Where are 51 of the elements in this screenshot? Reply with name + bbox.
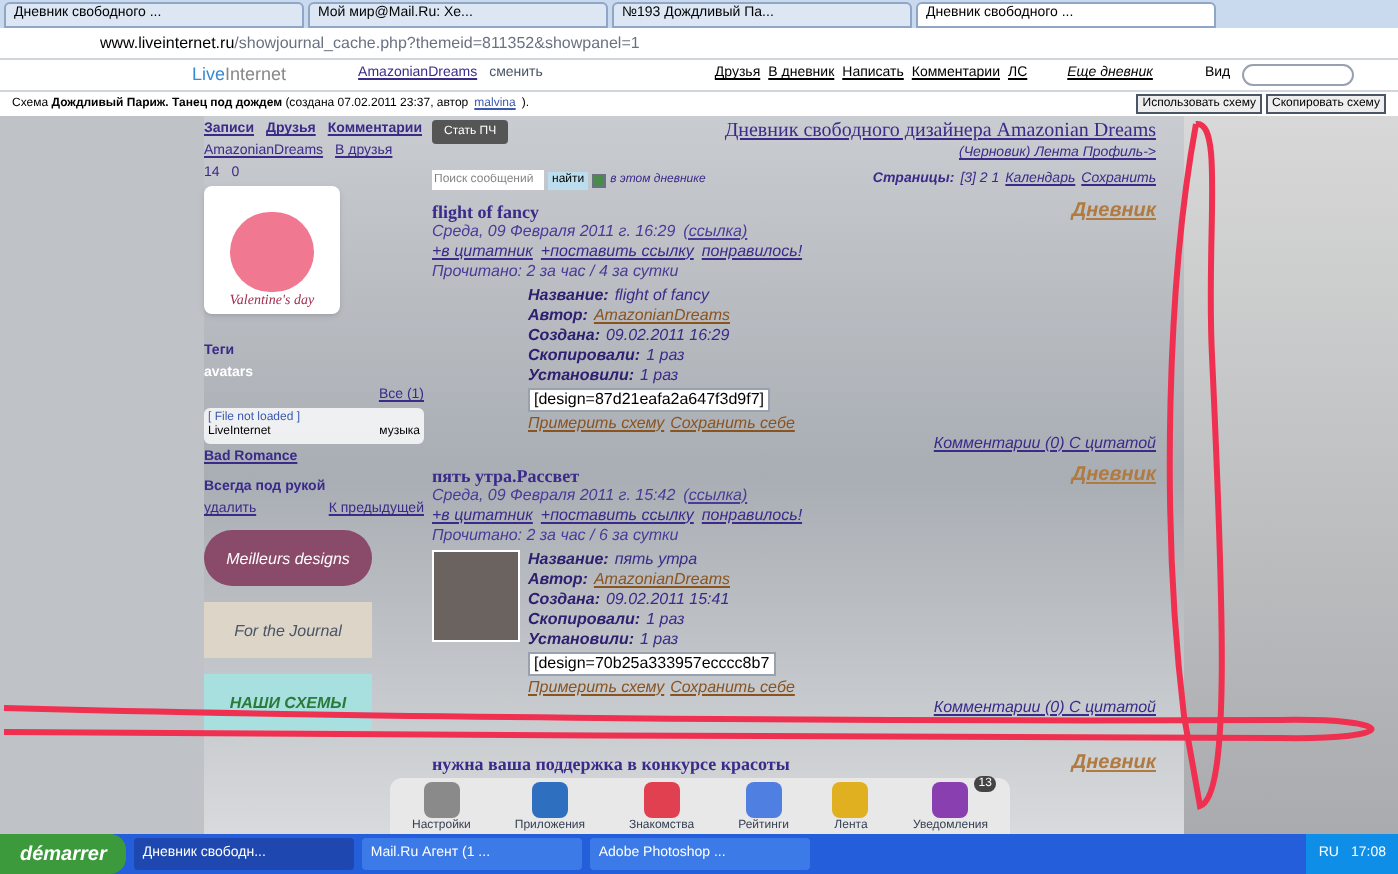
- post-title[interactable]: нужна ваша поддержка в конкурсе красоты: [432, 753, 790, 773]
- field-label: Автор:: [528, 305, 588, 325]
- scope-checkbox[interactable]: [592, 173, 607, 188]
- field-label: Установили:: [528, 365, 634, 385]
- field-value: AmazonianDreams: [593, 305, 730, 325]
- start-button[interactable]: démarrer: [0, 834, 127, 874]
- comments-link[interactable]: Комментарии (0) С цитатой: [933, 697, 1156, 717]
- field-value: 1 раз: [640, 365, 679, 385]
- post-link[interactable]: (ссылка): [683, 221, 748, 241]
- banner[interactable]: Meilleurs designs: [204, 530, 372, 586]
- field-value: 1 раз: [640, 629, 679, 649]
- journal-title-link[interactable]: Дневник свободного дизайнера Amazonian Dreams: [724, 120, 1156, 142]
- design-code-field[interactable]: [design=87d21eafa2a647f3d9f7]: [528, 387, 770, 411]
- post-action-link[interactable]: понравилось!: [701, 505, 803, 525]
- read-count: Прочитано: 2 за час / 4 за сутки: [432, 261, 681, 281]
- field-value: 1 раз: [646, 345, 685, 365]
- preview-link[interactable]: Примерить схему: [528, 677, 665, 697]
- field-value: AmazonianDreams: [593, 569, 730, 589]
- post-action-link[interactable]: +поставить ссылку: [540, 505, 694, 525]
- post-title[interactable]: пять утра.Рассвет: [432, 465, 580, 485]
- post-action-link[interactable]: +в цитатник: [432, 505, 533, 525]
- field-label: Создана:: [528, 589, 600, 609]
- post-link[interactable]: (ссылка): [683, 485, 748, 505]
- url-path: /showjournal_cache.php?themeid=811352&showpanel=1: [234, 31, 640, 55]
- save-link[interactable]: Сохранить себе: [670, 677, 795, 697]
- field-value: flight of fancy: [614, 285, 709, 305]
- post-date: Среда, 09 Февраля 2011 г. 16:29: [432, 221, 676, 241]
- post-title[interactable]: flight of fancy: [432, 201, 539, 221]
- post-date: Среда, 09 Февраля 2011 г. 15:42: [432, 485, 676, 505]
- field-value: пять утра: [614, 549, 698, 569]
- site-logo[interactable]: LiveInternet: [192, 61, 287, 89]
- field-value: 1 раз: [646, 609, 685, 629]
- field-label: Название:: [528, 285, 609, 305]
- field-label: Создана:: [528, 325, 600, 345]
- post-action-link[interactable]: +поставить ссылку: [540, 241, 694, 261]
- post-action-link[interactable]: +в цитатник: [432, 241, 533, 261]
- design-code-field[interactable]: [design=70b25a333957ecccc8b7: [528, 651, 776, 675]
- post-action-link[interactable]: понравилось!: [701, 241, 803, 261]
- field-label: Скопировали:: [528, 345, 641, 365]
- url-host: www.liveinternet.ru: [100, 31, 235, 51]
- field-value: 09.02.2011 15:41: [605, 589, 730, 609]
- comments-link[interactable]: Комментарии (0) С цитатой: [933, 433, 1156, 453]
- field-label: Скопировали:: [528, 609, 641, 629]
- field-value: 09.02.2011 16:29: [605, 325, 730, 345]
- field-label: Автор:: [528, 569, 588, 589]
- banner[interactable]: For the Journal: [204, 602, 372, 658]
- field-label: Установили:: [528, 629, 634, 649]
- address-bar[interactable]: www.liveinternet.ru/showjournal_cache.php?themeid=811352&showpanel=1: [0, 28, 1398, 60]
- field-label: Название:: [528, 549, 609, 569]
- search-field[interactable]: [1242, 64, 1355, 86]
- read-count: Прочитано: 2 за час / 6 за сутки: [432, 525, 681, 545]
